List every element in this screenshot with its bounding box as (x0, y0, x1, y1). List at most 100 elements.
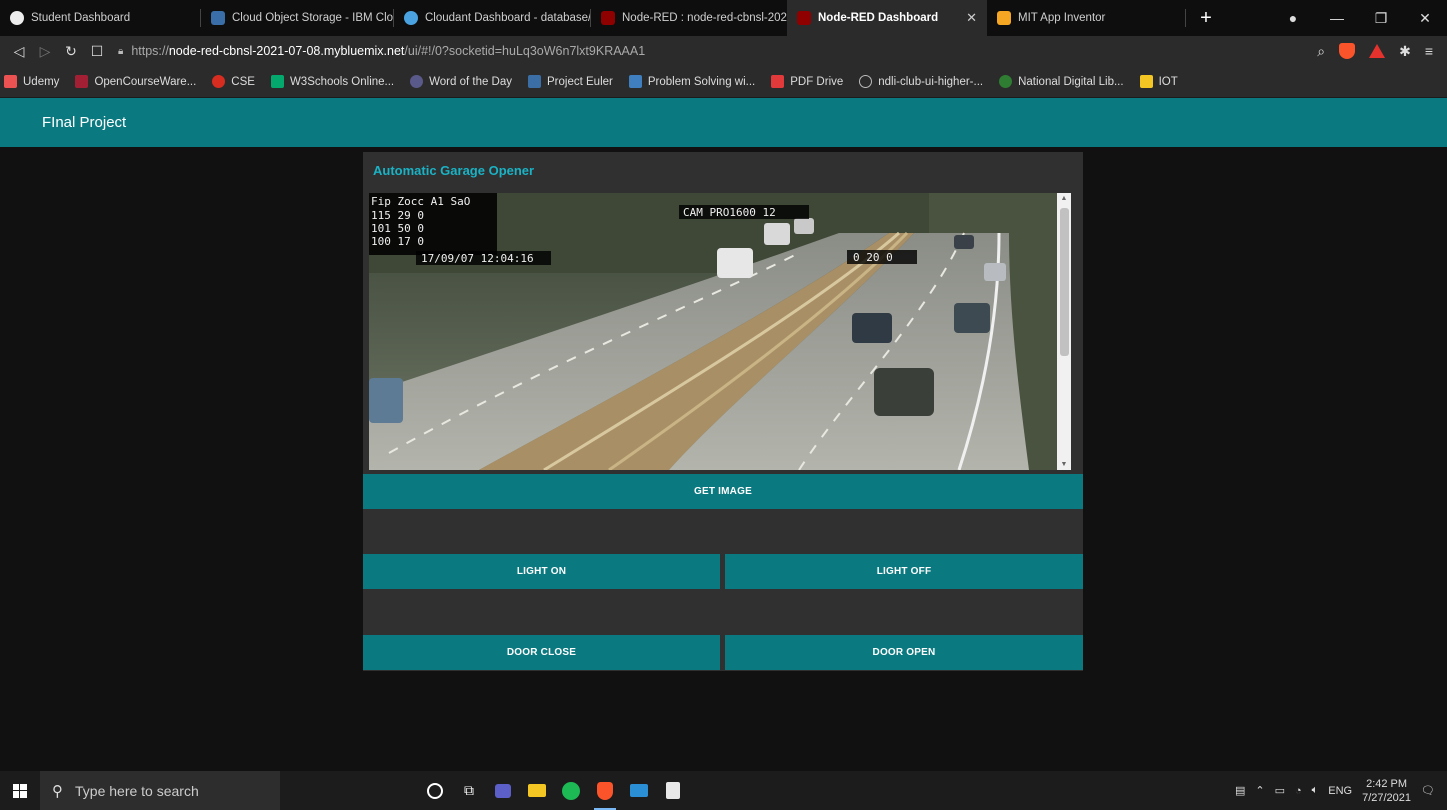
camera-image-frame: Fip Zocc A1 SaO 115 29 0 101 50 0 100 17… (369, 193, 1071, 470)
door-close-button[interactable]: DOOR CLOSE (363, 635, 720, 670)
overlay-timestamp: 17/09/07 12:04:16 (421, 252, 534, 265)
windows-taskbar: ⚲ Type here to search ⧉ ▤ ⌃ ▭ ◔ 🔈︎ ENG 2… (0, 771, 1447, 810)
bookmark-label: ndli-club-ui-higher-... (878, 75, 984, 88)
forward-icon[interactable]: ▷ (32, 43, 58, 60)
zoom-icon[interactable]: ⌕ (1317, 43, 1325, 60)
tab-label: Cloudant Dashboard - database/ (425, 12, 590, 24)
bookmarks-bar: Udemy OpenCourseWare... CSE W3Schools On… (0, 66, 1447, 98)
bookmark-problem-solving[interactable]: Problem Solving wi... (628, 75, 756, 88)
battery-icon[interactable]: ▭ (1275, 784, 1285, 797)
extensions-icon[interactable]: ✱ (1399, 43, 1411, 60)
node-red-icon (797, 11, 811, 25)
udemy-icon (4, 75, 17, 88)
brave-rewards-icon[interactable] (1369, 44, 1386, 58)
cortana-icon[interactable] (418, 771, 452, 810)
notifications-icon[interactable]: 🗨︎ (1421, 784, 1435, 797)
task-view-icon[interactable]: ⧉ (452, 771, 486, 810)
language-indicator[interactable]: ENG (1328, 785, 1352, 797)
teams-icon[interactable] (486, 771, 520, 810)
bookmark-cse[interactable]: CSE (212, 75, 255, 88)
bookmark-label: IOT (1158, 75, 1178, 88)
brave-browser-icon[interactable] (588, 771, 622, 810)
overlay-counter: 0 20 0 (853, 251, 893, 264)
profile-icon[interactable]: ● (1271, 10, 1315, 26)
overlay-row: 101 50 0 (371, 222, 424, 235)
back-icon[interactable]: ◁ (6, 43, 32, 60)
bookmark-label: PDF Drive (790, 75, 844, 88)
reload-icon[interactable]: ↻ (58, 43, 84, 60)
light-on-button[interactable]: LIGHT ON (363, 554, 720, 589)
cloudant-icon (404, 11, 418, 25)
bookmark-opencourseware[interactable]: OpenCourseWare... (75, 75, 196, 88)
navigation-bar: ◁ ▷ ↻ ☐ 🔒︎ https://node-red-cbnsl-2021-0… (0, 36, 1447, 66)
address-bar[interactable]: 🔒︎ https://node-red-cbnsl-2021-07-08.myb… (118, 44, 645, 58)
volume-icon[interactable]: 🔈︎ (1312, 784, 1319, 797)
clock-time: 2:42 PM (1366, 777, 1408, 790)
bookmark-icon[interactable]: ☐ (84, 43, 110, 60)
project-euler-icon (528, 75, 542, 88)
bookmark-pdf-drive[interactable]: PDF Drive (771, 75, 843, 88)
tab-node-red-dashboard[interactable]: Node-RED Dashboard ✕ (787, 0, 987, 36)
tab-label: Cloud Object Storage - IBM Clou (232, 12, 393, 24)
close-window-icon[interactable]: ✕ (1403, 10, 1447, 27)
bookmark-label: Problem Solving wi... (647, 75, 756, 88)
menu-icon[interactable]: ≡ (1425, 43, 1433, 59)
minimize-icon[interactable]: — (1315, 10, 1359, 26)
clock-date: 7/27/2021 (1362, 791, 1412, 804)
close-tab-icon[interactable]: ✕ (956, 10, 977, 26)
news-icon[interactable]: ▤ (1235, 784, 1245, 797)
clock[interactable]: 2:42 PM 7/27/2021 (1362, 777, 1411, 805)
search-placeholder: Type here to search (75, 782, 199, 799)
app-icon[interactable] (656, 771, 690, 810)
folder-icon (1139, 75, 1153, 88)
search-icon: ⚲ (52, 782, 63, 800)
bookmark-w3schools[interactable]: W3Schools Online... (270, 75, 395, 88)
tab-label: Node-RED : node-red-cbnsl-202 (622, 12, 787, 24)
tab-mit-app-inventor[interactable]: MIT App Inventor (987, 0, 1185, 36)
new-tab-button[interactable]: + (1186, 0, 1226, 36)
bookmark-label: Word of the Day (429, 75, 513, 88)
file-explorer-icon[interactable] (520, 771, 554, 810)
ndl-icon (999, 75, 1013, 88)
scroll-down-icon[interactable]: ▼ (1057, 461, 1071, 468)
bookmark-iot[interactable]: IOT (1139, 75, 1178, 88)
windows-start-icon[interactable] (0, 783, 40, 798)
overlay-row: 115 29 0 (371, 209, 424, 222)
overlay-row: 100 17 0 (371, 235, 424, 248)
taskbar-search[interactable]: ⚲ Type here to search (40, 771, 280, 810)
word-of-the-day-icon (410, 75, 424, 88)
maximize-icon[interactable]: ❐ (1359, 10, 1403, 27)
tab-label: MIT App Inventor (1018, 12, 1106, 24)
bookmark-label: W3Schools Online... (289, 75, 395, 88)
card-title: Automatic Garage Opener (373, 163, 535, 178)
page-title: FInal Project (42, 114, 127, 131)
bookmark-word-of-the-day[interactable]: Word of the Day (410, 75, 512, 88)
door-open-button[interactable]: DOOR OPEN (725, 635, 1083, 670)
spotify-icon[interactable] (554, 771, 588, 810)
mit-ocw-icon (75, 75, 89, 88)
garage-card: Automatic Garage Opener Fip Zocc A1 SaO … (363, 152, 1083, 671)
bookmark-udemy[interactable]: Udemy (4, 75, 59, 88)
show-hidden-icons[interactable]: ⌃ (1255, 784, 1264, 797)
url-path: /ui/#!/0?socketid=huLq3oW6n7lxt9KRAAA1 (404, 44, 646, 58)
tab-cloud-object-storage[interactable]: Cloud Object Storage - IBM Clou (201, 0, 393, 36)
tab-cloudant-dashboard[interactable]: Cloudant Dashboard - database/ (394, 0, 590, 36)
bookmark-project-euler[interactable]: Project Euler (528, 75, 613, 88)
problem-solving-icon (628, 75, 642, 88)
light-off-button[interactable]: LIGHT OFF (725, 554, 1083, 589)
scroll-up-icon[interactable]: ▲ (1057, 195, 1071, 202)
dashboard-header: FInal Project (0, 98, 1447, 147)
bookmark-label: OpenCourseWare... (94, 75, 197, 88)
tab-student-dashboard[interactable]: Student Dashboard (0, 0, 200, 36)
bookmark-ndli-club[interactable]: ndli-club-ui-higher-... (859, 75, 983, 88)
get-image-button[interactable]: GET IMAGE (363, 474, 1083, 509)
pdf-drive-icon (771, 75, 785, 88)
tab-node-red-editor[interactable]: Node-RED : node-red-cbnsl-202 (591, 0, 787, 36)
image-scrollbar[interactable]: ▲ ▼ (1057, 193, 1071, 470)
mail-icon[interactable] (622, 771, 656, 810)
scrollbar-thumb[interactable] (1060, 208, 1069, 356)
lock-icon: 🔒︎ (118, 45, 124, 57)
bookmark-national-digital-library[interactable]: National Digital Lib... (999, 75, 1124, 88)
brave-shields-icon[interactable] (1339, 43, 1356, 59)
wifi-icon[interactable]: ◔ (1295, 785, 1302, 797)
